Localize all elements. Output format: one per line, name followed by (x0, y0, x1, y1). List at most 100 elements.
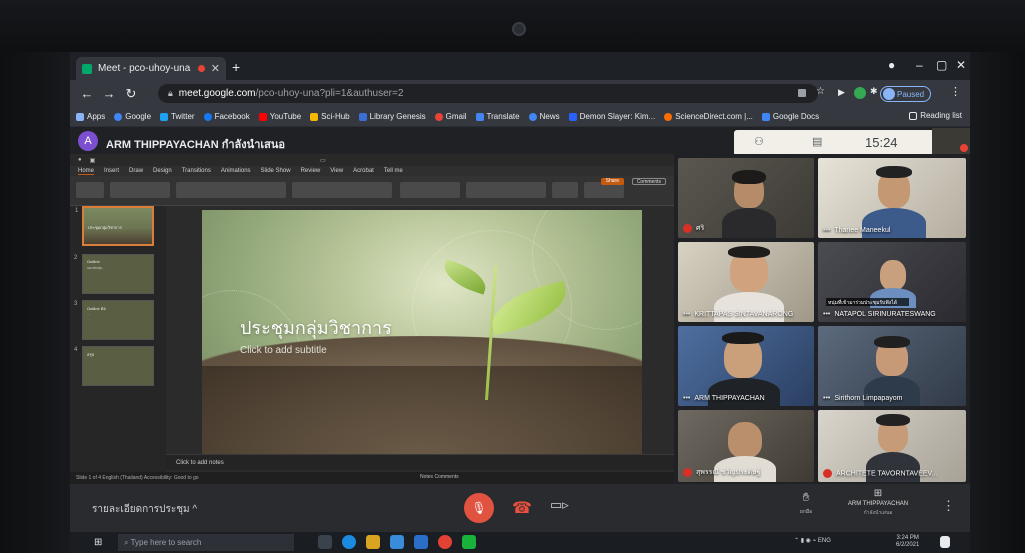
slide-thumbnail[interactable]: 1 ประชุมกลุ่มวิชาการ (75, 206, 154, 246)
lock-icon: 🔒︎ (168, 88, 173, 98)
presenting-label: กำลังนำเสนอ (863, 510, 893, 516)
ppt-menu-view[interactable]: View (330, 168, 343, 174)
profile-paused-chip[interactable]: Paused (880, 86, 932, 102)
more-options-icon: ••• (823, 311, 831, 318)
bookmark-star-icon[interactable]: ☆ (816, 86, 828, 98)
arrange-styles-group[interactable] (466, 182, 546, 198)
close-tab-icon[interactable]: ✕ (211, 62, 220, 75)
participant-tile[interactable]: หนุ่มที่เข้ามาร่วมประชุมรับฟังได้ ••• NAT… (818, 242, 966, 322)
slide-subtitle-placeholder[interactable]: Click to add subtitle (240, 345, 327, 356)
tray-language: ENG (817, 538, 831, 544)
mail-icon[interactable] (414, 535, 428, 549)
presenting-status-button[interactable]: ⊞ ARM THIPPAYACHAN กำลังนำเสนอ (830, 488, 926, 517)
participant-name: ศริ (696, 225, 705, 232)
task-view-icon[interactable] (318, 535, 332, 549)
bookmark-facebook[interactable]: Facebook (203, 112, 250, 121)
new-tab-button[interactable]: + (232, 59, 240, 75)
participant-hair (874, 336, 910, 348)
bookmark-youtube[interactable]: YouTube (258, 112, 301, 121)
ppt-menu-draw[interactable]: Draw (129, 168, 143, 174)
ppt-menu-acrobat[interactable]: Acrobat (353, 168, 374, 174)
bookmark-google-docs[interactable]: Google Docs (761, 112, 819, 121)
slides-group[interactable] (110, 182, 170, 198)
edge-icon[interactable] (342, 535, 356, 549)
font-group[interactable] (176, 182, 286, 198)
mic-off-icon (683, 223, 692, 233)
camera-in-use-icon[interactable] (798, 89, 806, 97)
back-arrow-icon[interactable]: ← (76, 86, 98, 101)
bookmark-scihub[interactable]: Sci-Hub (310, 112, 350, 121)
ppt-menu-design[interactable]: Design (153, 168, 172, 174)
file-explorer-icon[interactable] (366, 535, 380, 549)
reload-icon[interactable]: ↻ (120, 86, 142, 102)
ppt-menu-transitions[interactable]: Transitions (182, 168, 211, 174)
bookmark-library-genesis[interactable]: Library Genesis (358, 112, 426, 121)
url-path: /pco-uhoy-una?pli=1&authuser=2 (255, 88, 404, 99)
design-ideas-icon[interactable] (552, 182, 578, 198)
picture-shapes-group[interactable] (400, 182, 460, 198)
slide-thumbnail[interactable]: 3 Outline ต่อ ... (74, 300, 154, 340)
current-slide[interactable]: ประชุมกลุ่มวิชาการ Click to add subtitle (202, 210, 642, 456)
forward-arrow-icon[interactable]: → (98, 86, 120, 101)
bookmark-sciencedirect[interactable]: ScienceDirect.com |... (664, 112, 753, 121)
meeting-details-button[interactable]: รายละเอียดการประชุม ^ (92, 502, 197, 517)
camera-toggle-button[interactable]: ▭▹ (550, 497, 569, 513)
minimize-button[interactable]: – (916, 58, 923, 72)
ppt-menu-home[interactable]: Home (78, 168, 95, 175)
bookmark-demon-slayer[interactable]: Demon Slayer: Kim... (568, 112, 655, 121)
more-options-button[interactable]: ⋮ (942, 498, 955, 514)
ppt-menu-animations[interactable]: Animations (221, 168, 251, 174)
chat-icon[interactable]: ▤ (812, 135, 822, 148)
participant-tile[interactable]: ••• Thanee Maneekul (818, 158, 966, 238)
ppt-status-right[interactable]: Notes Comments (420, 474, 459, 480)
windows-start-icon[interactable]: ⊞ (94, 537, 102, 548)
taskbar-search-input[interactable]: ⌕ Type here to search (118, 534, 294, 551)
tray-clock[interactable]: 3:24 PM 6/2/2021 (896, 535, 919, 549)
notes-pane[interactable]: Click to add notes (166, 454, 674, 470)
participant-tile[interactable]: สุพรรณี ขวัญประดิษฐ์ (678, 410, 814, 482)
bookmark-apps[interactable]: Apps (76, 112, 105, 121)
paragraph-group[interactable] (292, 182, 392, 198)
store-icon[interactable] (390, 535, 404, 549)
ppt-menu-insert[interactable]: Insert (104, 168, 119, 174)
reading-list-button[interactable]: Reading list (909, 111, 962, 120)
ppt-menu-tellme[interactable]: Tell me (384, 168, 403, 174)
ppt-menu-review[interactable]: Review (301, 168, 321, 174)
ppt-share-button[interactable]: Share (600, 178, 624, 185)
bookmark-gmail[interactable]: Gmail (434, 112, 467, 121)
bookmark-translate[interactable]: Translate (475, 112, 520, 121)
participant-tile[interactable]: ••• KRITTAPAS SINTAVANARONG (678, 242, 814, 322)
chrome-icon[interactable] (438, 535, 452, 549)
bookmark-news[interactable]: News (528, 112, 560, 121)
line-app-icon[interactable] (462, 535, 476, 549)
slide-thumbnail[interactable]: 2 Outline แนะนำกลุ่ม... (74, 254, 154, 294)
mic-toggle-button[interactable]: 🎙︎ (464, 493, 494, 523)
participant-tile[interactable]: ศริ (678, 158, 814, 238)
ppt-menu-slideshow[interactable]: Slide Show (261, 168, 291, 174)
ppt-status-bar: Slide 1 of 4 English (Thailand) Accessib… (70, 472, 674, 484)
tray-date: 6/2/2021 (896, 542, 920, 548)
slide-title[interactable]: ประชุมกลุ่มวิชาการ (240, 313, 392, 342)
bookmark-twitter[interactable]: Twitter (160, 112, 195, 121)
people-icon[interactable]: ⚇ (754, 135, 764, 148)
self-view-tile[interactable] (932, 128, 970, 154)
raise-hand-button[interactable]: ✋︎ ยกมือ (788, 490, 824, 516)
cast-icon[interactable]: ▶ (838, 87, 850, 99)
browser-tab-meet[interactable]: Meet - pco-uhoy-una ✕ (76, 57, 226, 80)
leave-call-button[interactable]: ☎︎ (508, 495, 536, 521)
participant-tile[interactable]: ••• ARM THIPPAYACHAN (678, 326, 814, 406)
browser-menu-icon[interactable]: ⋮ (950, 85, 962, 98)
address-bar[interactable]: 🔒︎ meet.google.com/pco-uhoy-una?pli=1&au… (158, 84, 818, 103)
ppt-comments-button[interactable]: Comments (631, 178, 666, 185)
meet-control-bar: รายละเอียดการประชุม ^ 🎙︎ ☎︎ ▭▹ ✋︎ ยกมือ … (70, 484, 970, 532)
participant-tile[interactable]: ARCHITETE TAVORNTAVEEV... (818, 410, 966, 482)
participant-tile[interactable]: ••• Sirithorn Limpapayom (818, 326, 966, 406)
paste-icon[interactable] (76, 182, 104, 198)
notification-center-icon[interactable] (940, 536, 950, 548)
maximize-button[interactable]: ▢ (936, 58, 947, 72)
bookmark-google[interactable]: Google (114, 112, 151, 121)
system-tray[interactable]: ⌃ ▮ ◉ ⌁ ENG (794, 537, 831, 544)
slide-thumbnail[interactable]: 4 สรุป (74, 346, 154, 386)
close-window-button[interactable]: ✕ (956, 58, 966, 72)
extension-icon[interactable] (854, 87, 866, 99)
